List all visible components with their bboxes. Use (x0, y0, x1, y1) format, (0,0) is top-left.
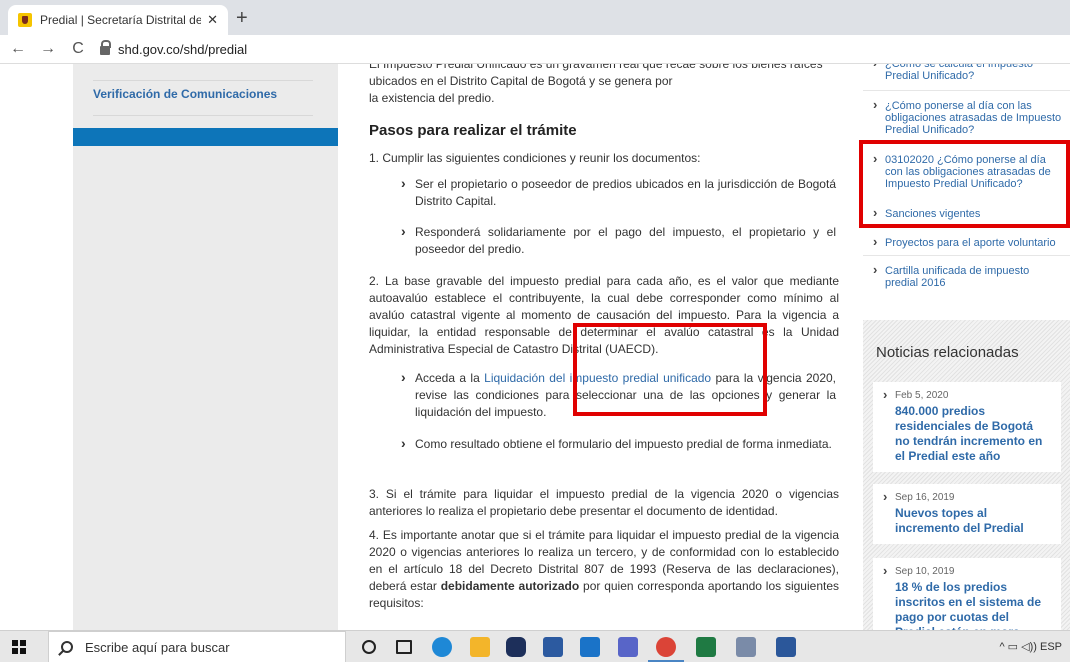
section-title: Pasos para realizar el trámite (369, 122, 577, 139)
news-date: Sep 16, 2019 (883, 489, 1051, 504)
store-icon[interactable] (543, 637, 563, 657)
news-item-3[interactable]: Sep 10, 2019 18 % de los predios inscrit… (873, 558, 1061, 630)
related-link-2[interactable]: ¿Cómo ponerse al día con las obligacione… (873, 99, 1063, 136)
step-4: 4. Es importante anotar que si el trámit… (369, 527, 839, 612)
bullet-responsable: Responderá solidariamente por el pago de… (401, 223, 836, 258)
divider (863, 143, 1070, 144)
excel-icon[interactable] (696, 637, 716, 657)
news-headline[interactable]: 18 % de los predios inscritos en el sist… (883, 580, 1051, 630)
liquidacion-link[interactable]: Liquidación del impuesto predial unifica… (484, 371, 711, 385)
lock-icon (100, 40, 111, 55)
cortana-icon[interactable] (362, 640, 376, 654)
search-placeholder: Escribe aquí para buscar (85, 639, 230, 655)
chrome-icon[interactable] (656, 637, 676, 657)
left-sidebar: Verificación de Comunicaciones (73, 64, 338, 630)
divider (863, 255, 1070, 256)
divider (863, 90, 1070, 91)
news-headline[interactable]: Nuevos topes al incremento del Predial (883, 506, 1051, 536)
related-link-sanciones[interactable]: Sanciones vigentes (873, 207, 1063, 220)
shield-icon[interactable] (506, 637, 526, 657)
edge-icon[interactable] (432, 637, 452, 657)
taskbar-search-input[interactable]: Escribe aquí para buscar (48, 631, 346, 662)
tab-close-icon[interactable]: ✕ (207, 12, 218, 28)
browser-tab-bar: Predial | Secretaría Distrital de Ha ✕ + (0, 0, 1070, 35)
step-4-bold: debidamente autorizado (440, 579, 580, 593)
new-tab-button[interactable]: + (236, 7, 248, 30)
related-link-proyectos[interactable]: Proyectos para el aporte voluntario (873, 236, 1063, 249)
screen: Predial | Secretaría Distrital de Ha ✕ +… (0, 0, 1070, 662)
search-icon (61, 641, 73, 653)
intro-line-2: ubicados en el Distrito Capital de Bogot… (369, 74, 673, 88)
news-section-title: Noticias relacionadas (876, 344, 1019, 361)
sidebar-link-verificacion[interactable]: Verificación de Comunicaciones (93, 80, 313, 116)
mail-icon[interactable] (580, 637, 600, 657)
intro-line-3: la existencia del predio. (369, 91, 495, 105)
bullet-liquidacion: Acceda a la Liquidación del impuesto pre… (401, 369, 836, 421)
step-1: 1. Cumplir las siguientes condiciones y … (369, 151, 701, 165)
bullet-propietario: Ser el propietario o poseedor de predios… (401, 175, 836, 210)
divider (863, 226, 1070, 227)
news-headline[interactable]: 840.000 predios residenciales de Bogotá … (883, 404, 1051, 464)
related-link-1[interactable]: ¿Cómo se calcula el Impuesto Predial Uni… (873, 64, 1063, 82)
windows-start-icon[interactable] (12, 640, 26, 654)
task-view-icon[interactable] (396, 640, 412, 654)
intro-line-1: El Impuesto Predial Unificado es un grav… (369, 64, 823, 71)
step-2: 2. La base gravable del impuesto predial… (369, 274, 839, 356)
system-tray[interactable]: ^ ▭ ◁)) ESP (999, 640, 1062, 653)
forward-button[interactable]: → (36, 40, 60, 58)
tab-title: Predial | Secretaría Distrital de Ha (40, 13, 202, 27)
file-explorer-icon[interactable] (470, 637, 490, 657)
address-bar: ← → C shd.gov.co/shd/predial (0, 35, 1070, 64)
site-favicon-icon (18, 13, 32, 27)
right-column: ¿Cómo se calcula el Impuesto Predial Uni… (863, 64, 1070, 630)
bullet-resultado: Como resultado obtiene el formulario del… (401, 435, 836, 453)
os-taskbar: Escribe aquí para buscar ^ ▭ ◁)) ESP (0, 630, 1070, 662)
url-text[interactable]: shd.gov.co/shd/predial (118, 42, 247, 57)
app-icon[interactable] (736, 637, 756, 657)
related-link-cartilla[interactable]: Cartilla unificada de impuesto predial 2… (873, 264, 1063, 289)
news-item-2[interactable]: Sep 16, 2019 Nuevos topes al incremento … (873, 484, 1061, 544)
news-date: Sep 10, 2019 (883, 563, 1051, 578)
url-field[interactable]: shd.gov.co/shd/predial (100, 40, 247, 57)
back-button[interactable]: ← (6, 40, 30, 58)
bullet-liquidacion-pre: Acceda a la (415, 371, 485, 385)
related-link-3[interactable]: 03102020 ¿Cómo ponerse al día con las ob… (873, 153, 1063, 190)
web-page: Verificación de Comunicaciones El Impues… (0, 64, 1070, 630)
news-date: Feb 5, 2020 (883, 387, 1051, 402)
word-icon[interactable] (776, 637, 796, 657)
sidebar-active-bar (73, 128, 338, 146)
teams-icon[interactable] (618, 637, 638, 657)
news-item-1[interactable]: Feb 5, 2020 840.000 predios residenciale… (873, 382, 1061, 472)
browser-tab[interactable]: Predial | Secretaría Distrital de Ha ✕ (8, 5, 228, 35)
reload-button[interactable]: C (66, 40, 90, 58)
intro-text: El Impuesto Predial Unificado es un grav… (369, 64, 839, 107)
step-3: 3. Si el trámite para liquidar el impues… (369, 487, 839, 518)
